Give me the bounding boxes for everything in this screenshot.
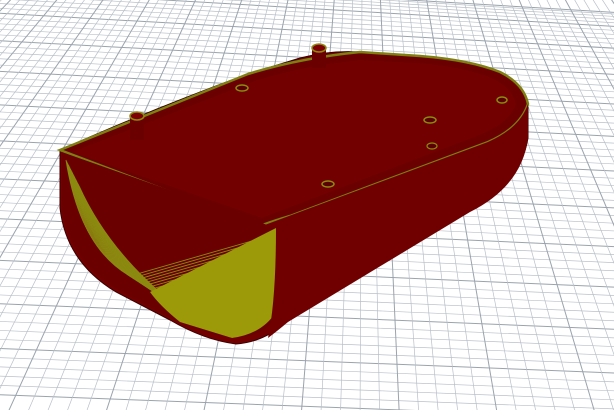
mounting-post-rear [311, 43, 327, 68]
mounting-post-left [129, 111, 145, 140]
slice-preview-canvas[interactable] [0, 0, 614, 410]
3d-viewport[interactable] [0, 0, 614, 410]
